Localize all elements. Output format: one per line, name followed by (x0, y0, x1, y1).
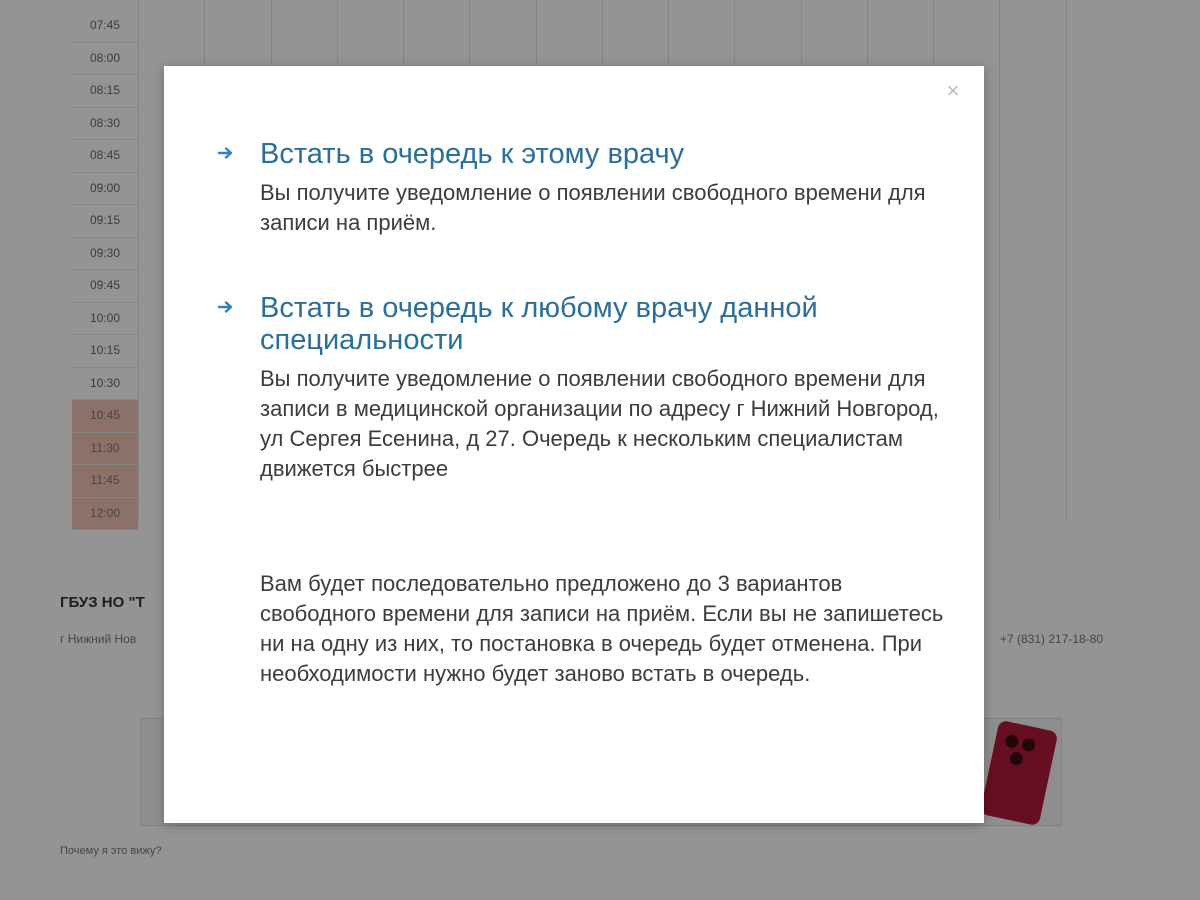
option-description: Вы получите уведомление о появлении своб… (260, 180, 926, 235)
option-queue-this-doctor[interactable]: Встать в очередь к этому врачу Вы получи… (218, 138, 942, 238)
queue-modal: × Встать в очередь к этому врачу Вы полу… (164, 66, 984, 823)
queue-notice: Вам будет последовательно предложено до … (260, 571, 944, 686)
option-title[interactable]: Встать в очередь к этому врачу (260, 138, 942, 170)
arrow-right-icon (218, 301, 233, 313)
arrow-right-icon (218, 147, 233, 159)
close-icon[interactable]: × (942, 80, 964, 102)
page: 07:45 08:00 08:15 08:30 08:45 09:00 09:15 09:30… (0, 0, 1200, 900)
option-queue-any-doctor[interactable]: Встать в очередь к любому врачу данной с… (218, 292, 942, 484)
option-description: Вы получите уведомление о появлении своб… (260, 366, 939, 481)
option-title[interactable]: Встать в очередь к любому врачу данной с… (260, 292, 942, 356)
